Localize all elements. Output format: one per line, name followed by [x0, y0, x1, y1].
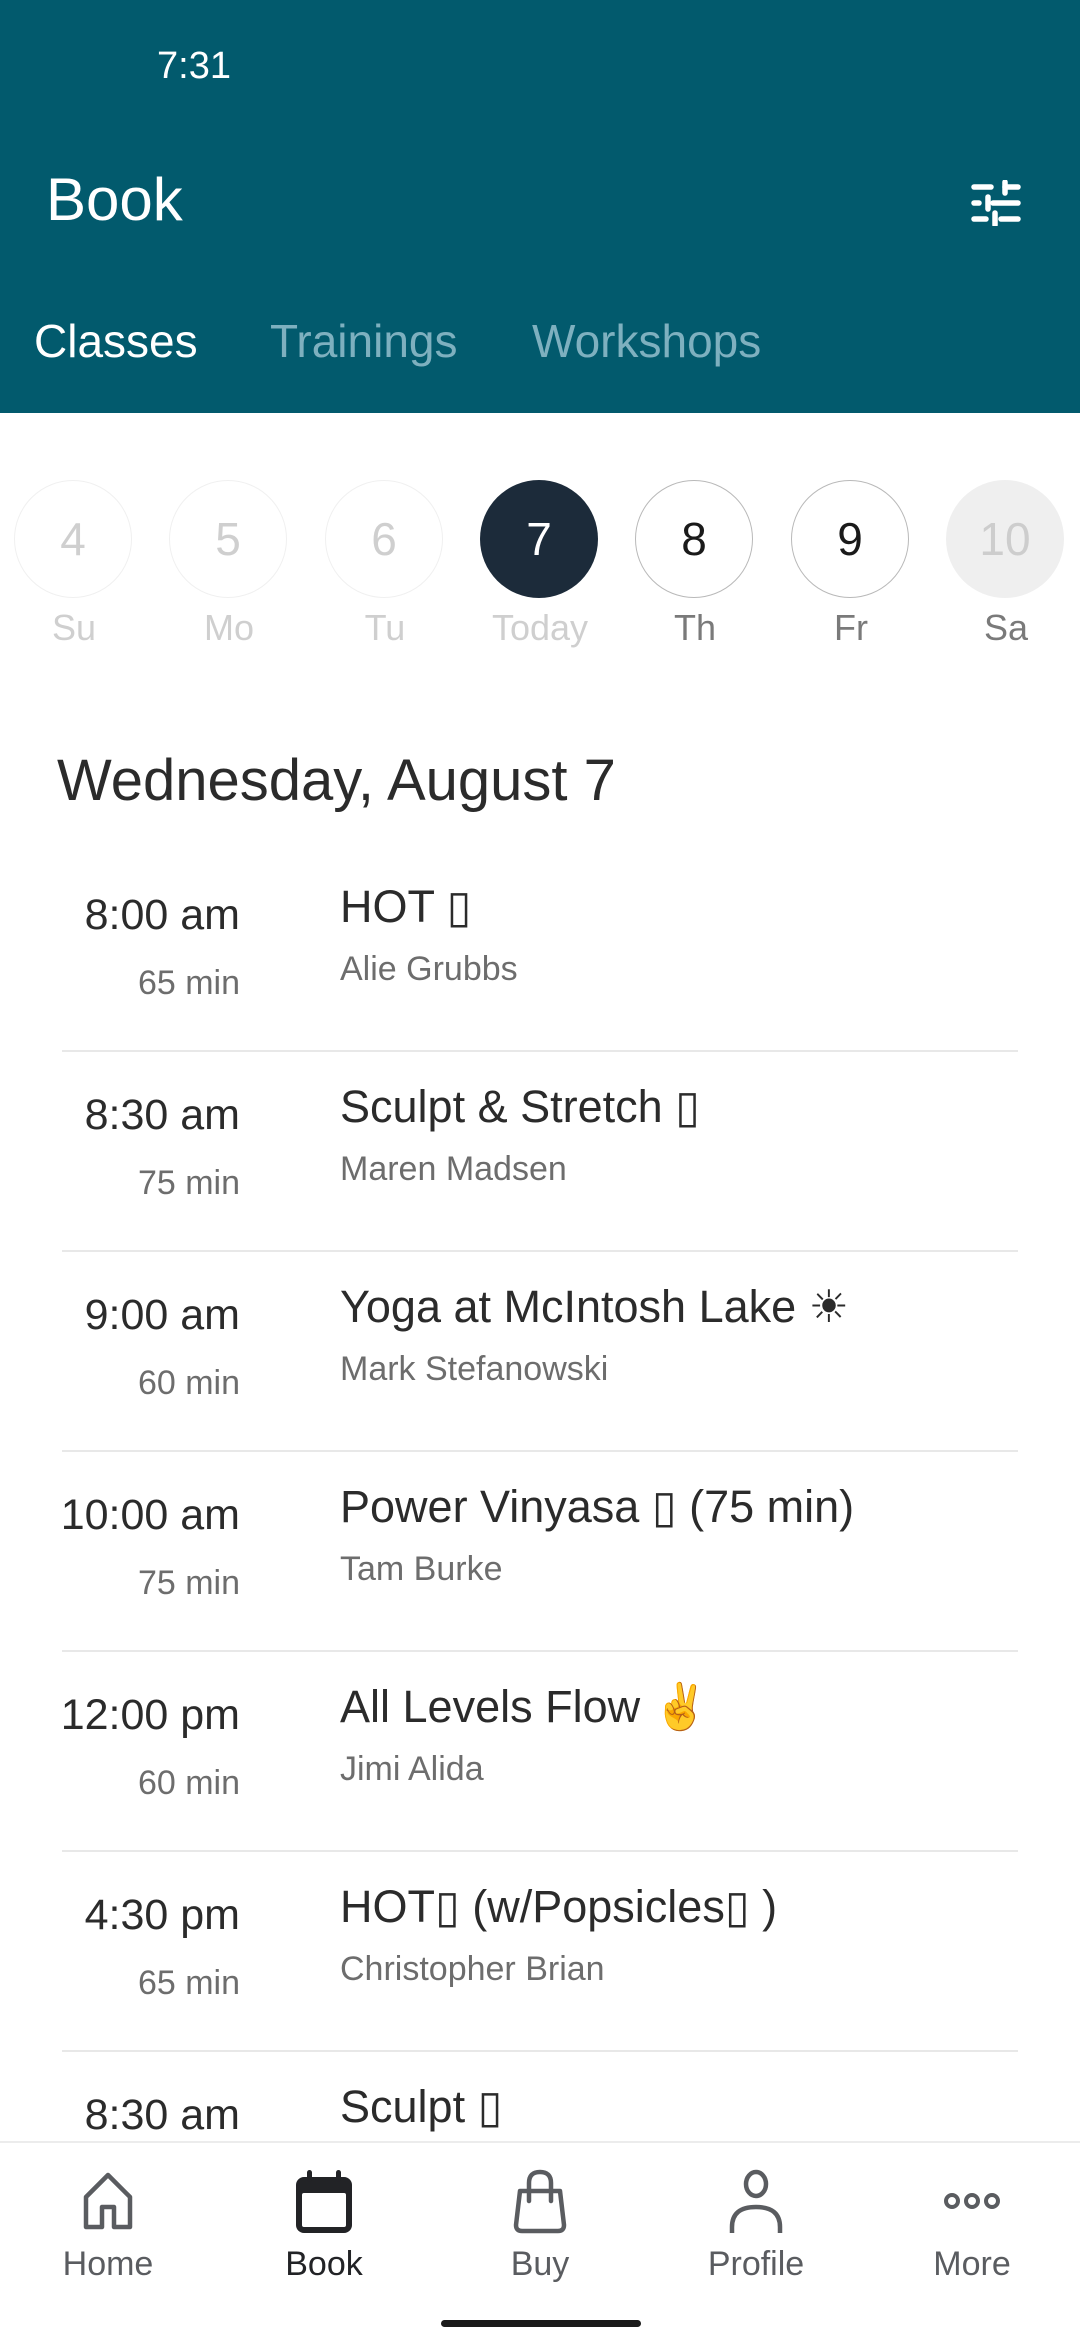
nav-label: Home [62, 2245, 154, 2283]
day-number: 10 [946, 480, 1064, 598]
day-label: Mo [203, 607, 254, 648]
class-time: 8:30 am [84, 1091, 240, 1139]
day-thursday-8[interactable]: 8 Th [633, 480, 757, 650]
day-tuesday-6[interactable]: 6 Tu [323, 480, 447, 650]
day-number: 5 [169, 480, 287, 598]
status-bar-time: 7:31 [157, 45, 231, 87]
nav-more[interactable]: More [864, 2143, 1080, 2293]
class-duration: 60 min [137, 1364, 240, 1402]
day-label: Th [673, 607, 716, 648]
class-name: Power Vinyasa ▯ (75 min) [340, 1481, 855, 1532]
class-duration: 75 min [137, 1164, 240, 1202]
day-sunday-4[interactable]: 4 Su [12, 480, 136, 650]
class-name: Sculpt & Stretch ▯ [340, 1081, 700, 1132]
day-label: Today [491, 607, 589, 648]
day-number: 9 [791, 480, 909, 598]
schedule-date-heading: Wednesday, August 7 [57, 748, 616, 813]
class-list[interactable]: 8:00 am 65 min HOT ▯ Alie Grubbs 8:30 am… [0, 852, 1080, 2142]
class-instructor: Alie Grubbs [340, 950, 518, 988]
class-name: HOT▯ (w/Popsicles▯ ) [340, 1881, 778, 1932]
class-duration: 65 min [137, 964, 240, 1002]
class-name: All Levels Flow ✌ [340, 1681, 709, 1732]
date-picker-strip: 4 Su 5 Mo 6 Tu 7 Today 8 Th 9 Fr 10 Sa [0, 480, 1080, 650]
home-icon [83, 2172, 133, 2230]
class-instructor: Mark Stefanowski [340, 1350, 609, 1388]
class-name: HOT ▯ [340, 881, 472, 932]
calendar-icon [296, 2170, 352, 2233]
day-label: Tu [364, 607, 406, 648]
nav-home[interactable]: Home [0, 2143, 216, 2293]
day-friday-9[interactable]: 9 Fr [789, 480, 913, 650]
class-time: 8:30 am [84, 2091, 240, 2139]
nav-profile[interactable]: Profile [648, 2143, 864, 2293]
nav-label: More [933, 2245, 1011, 2283]
class-time: 12:00 pm [60, 1691, 240, 1739]
class-instructor: Jimi Alida [340, 1750, 484, 1788]
home-indicator-bar[interactable] [441, 2320, 641, 2327]
class-row[interactable]: 10:00 am 75 min Power Vinyasa ▯ (75 min)… [0, 1452, 1080, 1652]
class-duration: 65 min [137, 1964, 240, 2002]
class-name: Sculpt ▯ [340, 2081, 503, 2132]
day-label: Su [51, 607, 97, 648]
class-row[interactable]: 8:00 am 65 min HOT ▯ Alie Grubbs [0, 852, 1080, 1052]
day-number: 8 [635, 480, 753, 598]
bottom-navigation: Home Book Buy Profile More [0, 2141, 1080, 2342]
nav-label: Profile [707, 2245, 805, 2283]
day-label: Sa [983, 607, 1029, 648]
tab-classes[interactable]: Classes [34, 318, 198, 364]
category-tabs: Classes Trainings Workshops [0, 318, 1080, 378]
class-instructor: Tam Burke [340, 1550, 503, 1588]
shopping-bag-icon [513, 2169, 567, 2234]
day-monday-5[interactable]: 5 Mo [167, 480, 291, 650]
class-duration: 60 min [137, 1764, 240, 1802]
more-dots-icon [944, 2193, 1000, 2209]
day-number-selected: 7 [480, 480, 598, 598]
tab-trainings[interactable]: Trainings [270, 318, 457, 364]
page-title: Book [46, 166, 183, 233]
nav-book[interactable]: Book [216, 2143, 432, 2293]
day-saturday-10[interactable]: 10 Sa [944, 480, 1068, 650]
nav-label: Book [285, 2245, 363, 2283]
class-row[interactable]: 12:00 pm 60 min All Levels Flow ✌ Jimi A… [0, 1652, 1080, 1852]
nav-label: Buy [510, 2245, 570, 2283]
class-time: 10:00 am [60, 1491, 240, 1539]
day-number: 4 [14, 480, 132, 598]
sliders-icon [971, 180, 1021, 226]
class-time: 9:00 am [84, 1291, 240, 1339]
filter-button[interactable] [956, 168, 1036, 238]
class-time: 4:30 pm [84, 1891, 240, 1939]
class-row[interactable]: 8:30 am 75 min Sculpt & Stretch ▯ Maren … [0, 1052, 1080, 1252]
day-number: 6 [325, 480, 443, 598]
class-row[interactable]: 9:00 am 60 min Yoga at McIntosh Lake ☀ M… [0, 1252, 1080, 1452]
class-instructor: Christopher Brian [340, 1950, 605, 1988]
tab-workshops[interactable]: Workshops [532, 318, 761, 364]
day-today-7[interactable]: 7 Today [478, 480, 602, 650]
class-row[interactable]: 4:30 pm 65 min HOT▯ (w/Popsicles▯ ) Chri… [0, 1852, 1080, 2052]
class-row[interactable]: 8:30 am Sculpt ▯ [0, 2052, 1080, 2142]
person-icon [729, 2169, 783, 2233]
class-duration: 75 min [137, 1564, 240, 1602]
class-time: 8:00 am [84, 891, 240, 939]
day-label: Fr [834, 607, 868, 648]
class-instructor: Maren Madsen [340, 1150, 567, 1188]
class-name: Yoga at McIntosh Lake ☀ [340, 1281, 849, 1332]
app-header: 7:31 Book Classes Trainings Workshops [0, 0, 1080, 413]
nav-buy[interactable]: Buy [432, 2143, 648, 2293]
